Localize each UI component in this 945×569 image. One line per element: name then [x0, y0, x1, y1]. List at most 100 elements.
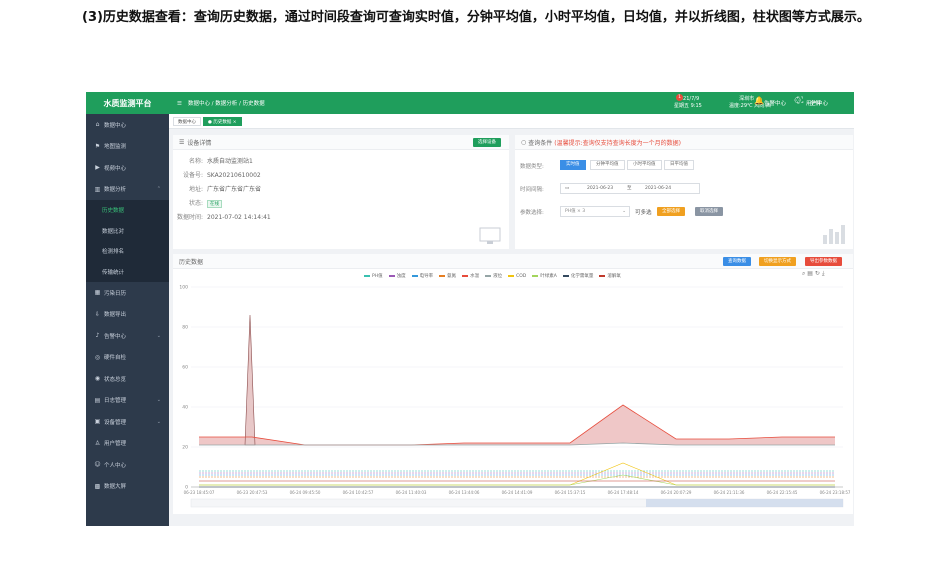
bell-icon: ♪: [95, 332, 100, 340]
calendar-icon: ▭: [565, 186, 570, 191]
map-icon: ⚑: [94, 142, 101, 150]
zoom-icon[interactable]: ⌕: [802, 270, 805, 277]
query-panel-head: ○ 查询条件 (温馨提示:查询仅支持查询长度为一个月的数据): [515, 135, 853, 150]
param-select-value: PH值 × 3: [565, 209, 586, 214]
x-tick-label: 06-24 15:37:15: [555, 490, 586, 495]
sidebar-item-b6[interactable]: ▣ 设备管理 ⌄: [86, 411, 169, 433]
type-minute-avg[interactable]: 分钟平均值: [590, 160, 625, 170]
tab-history[interactable]: ● 历史数据 ×: [203, 117, 242, 126]
user-icon[interactable]: ⚇: [794, 96, 801, 105]
bar-chart-icon: [823, 225, 845, 244]
sidebar-item-b0[interactable]: ▦ 污染日历: [86, 282, 169, 304]
page-caption: (3)历史数据查看：查询历史数据，通过时间段查询可查询实时值，分钟平均值，小时平…: [82, 10, 870, 25]
alarm-center-button[interactable]: 告警中心: [764, 99, 786, 107]
device-name-row: 名称: 水质自动监测站1: [188, 158, 253, 165]
sidebar-title: 水质监测平台: [86, 92, 169, 114]
x-tick-label: 06-24 20:07:29: [661, 490, 692, 495]
x-tick-label: 06-23 18:45:07: [184, 490, 215, 495]
sidebar-item-b7[interactable]: ♙ 用户管理: [86, 433, 169, 455]
sidebar-item-a0[interactable]: ⌂ 数据中心: [86, 114, 169, 136]
x-tick-label: 06-24 09:45:50: [290, 490, 321, 495]
series-line-6: [199, 462, 835, 486]
sidebar-item-b2[interactable]: ♪ 告警中心 ⌄: [86, 325, 169, 347]
time-range-label: 时间间隔:: [520, 187, 544, 193]
type-hour-avg[interactable]: 小时平均值: [627, 160, 662, 170]
sidebar-subitem-0[interactable]: 历史数据: [86, 200, 169, 221]
type-day-avg[interactable]: 日平均值: [664, 160, 694, 170]
sidebar-item-b4[interactable]: ◉ 状态总览: [86, 368, 169, 390]
export-data-button[interactable]: 导出参数数据: [805, 257, 842, 266]
screen-icon: ▩: [94, 482, 101, 490]
chevron-icon: ⌄: [156, 418, 161, 425]
sidebar-item-label: 数据导出: [104, 312, 127, 319]
type-realtime[interactable]: 实时值: [560, 160, 586, 170]
home-icon: ⌂: [95, 121, 100, 129]
device-addr-row: 地址: 广东省广东省广东省: [188, 186, 262, 193]
download-icon[interactable]: ⤓: [822, 270, 825, 277]
date-range-picker[interactable]: ▭ 2021-06-23 至 2021-06-24: [560, 183, 700, 194]
query-panel: ○ 查询条件 (温馨提示:查询仅支持查询长度为一个月的数据) 数据类型: 实时值 分…: [515, 135, 853, 249]
status-badge: 在线: [207, 200, 222, 208]
user-center-button[interactable]: 用户中心: [806, 99, 828, 107]
sidebar-item-b8[interactable]: ☺ 个人中心: [86, 454, 169, 476]
clear-selection-button[interactable]: 取消选择: [695, 207, 723, 216]
select-device-button[interactable]: 选择设备: [473, 138, 501, 147]
tab-home[interactable]: 数据中心: [173, 117, 201, 126]
sidebar-item-a3[interactable]: ▥ 数据分析 ⌃: [86, 179, 169, 201]
x-tick-label: 06-24 14:41:09: [502, 490, 533, 495]
sidebar-item-b3[interactable]: ◎ 硬件自检: [86, 347, 169, 369]
check-icon: ◎: [94, 353, 101, 361]
calendar-icon: ▦: [94, 289, 101, 297]
breadcrumb: ☰ 数据中心 / 数据分析 / 历史数据: [177, 99, 265, 107]
restore-icon[interactable]: ↻: [815, 270, 820, 277]
sidebar-item-label: 地图监测: [104, 144, 127, 151]
monitor-icon: [479, 227, 501, 244]
sidebar-item-b1[interactable]: ⇩ 数据导出: [86, 304, 169, 326]
start-date: 2021-06-23: [587, 186, 614, 191]
y-tick-label: 100: [179, 285, 188, 291]
sidebar-item-label: 用户管理: [104, 441, 127, 448]
series-line-4: [199, 404, 835, 446]
sidebar-item-a1[interactable]: ⚑ 地图监测: [86, 136, 169, 158]
device-time-row: 数据时间: 2021-07-02 14:14:41: [176, 214, 271, 221]
chevron-icon: ⌃: [156, 186, 161, 193]
sidebar-item-b5[interactable]: ▤ 日志管理 ⌄: [86, 390, 169, 412]
chart-icon: ▥: [94, 185, 101, 193]
history-title: 历史数据: [179, 258, 204, 266]
sidebar-subitem-3[interactable]: 传输统计: [86, 261, 169, 282]
device-icon: ▣: [94, 418, 101, 426]
alarm-badge: 1: [676, 94, 683, 101]
chevron-icon: ⌄: [156, 397, 161, 404]
sidebar-item-label: 硬件自检: [104, 355, 127, 362]
zoom-slider-window: [646, 499, 843, 507]
x-tick-label: 06-24 23:18:57: [820, 490, 851, 495]
device-name: 水质自动监测站1: [207, 158, 253, 165]
x-tick-label: 06-24 10:42:57: [343, 490, 374, 495]
device-panel: ☰ 设备详情 选择设备 名称: 水质自动监测站1 设备号: SKA2021061000…: [173, 135, 509, 249]
menu-toggle-icon[interactable]: ☰: [177, 101, 182, 107]
chevron-icon: ⌄: [156, 332, 161, 339]
chevron-down-icon: ⌄: [622, 209, 626, 214]
person-icon: ☺: [94, 461, 101, 469]
bell-icon[interactable]: 🔔: [754, 96, 764, 105]
data-view-icon[interactable]: ▤: [807, 270, 813, 277]
spike-peak: [244, 314, 256, 446]
device-icon: ☰: [179, 138, 185, 146]
sidebar-subitem-2[interactable]: 检测排名: [86, 241, 169, 262]
tabs-bar: 数据中心 ● 历史数据 ×: [169, 114, 854, 129]
query-data-button[interactable]: 查询数据: [723, 257, 751, 266]
sidebar-subitem-1[interactable]: 数据比对: [86, 220, 169, 241]
log-icon: ▤: [94, 396, 101, 404]
status-icon: ◉: [94, 375, 101, 383]
date-separator: 至: [627, 186, 632, 191]
y-tick-label: 40: [182, 405, 188, 411]
sidebar-item-a2[interactable]: ▶ 视频中心: [86, 157, 169, 179]
param-label: 参数选择:: [520, 210, 544, 216]
select-all-button[interactable]: 全部选择: [657, 207, 685, 216]
toggle-display-button[interactable]: 切换显示方式: [759, 257, 796, 266]
history-chart[interactable]: 02040608010006-23 18:45:07 06-23 20:47:53…: [173, 277, 853, 514]
sidebar-item-b9[interactable]: ▩ 数据大屏: [86, 476, 169, 498]
y-tick-label: 60: [182, 365, 188, 371]
sidebar-item-label: 状态总览: [104, 376, 127, 383]
param-select[interactable]: PH值 × 3 ⌄: [560, 206, 630, 217]
